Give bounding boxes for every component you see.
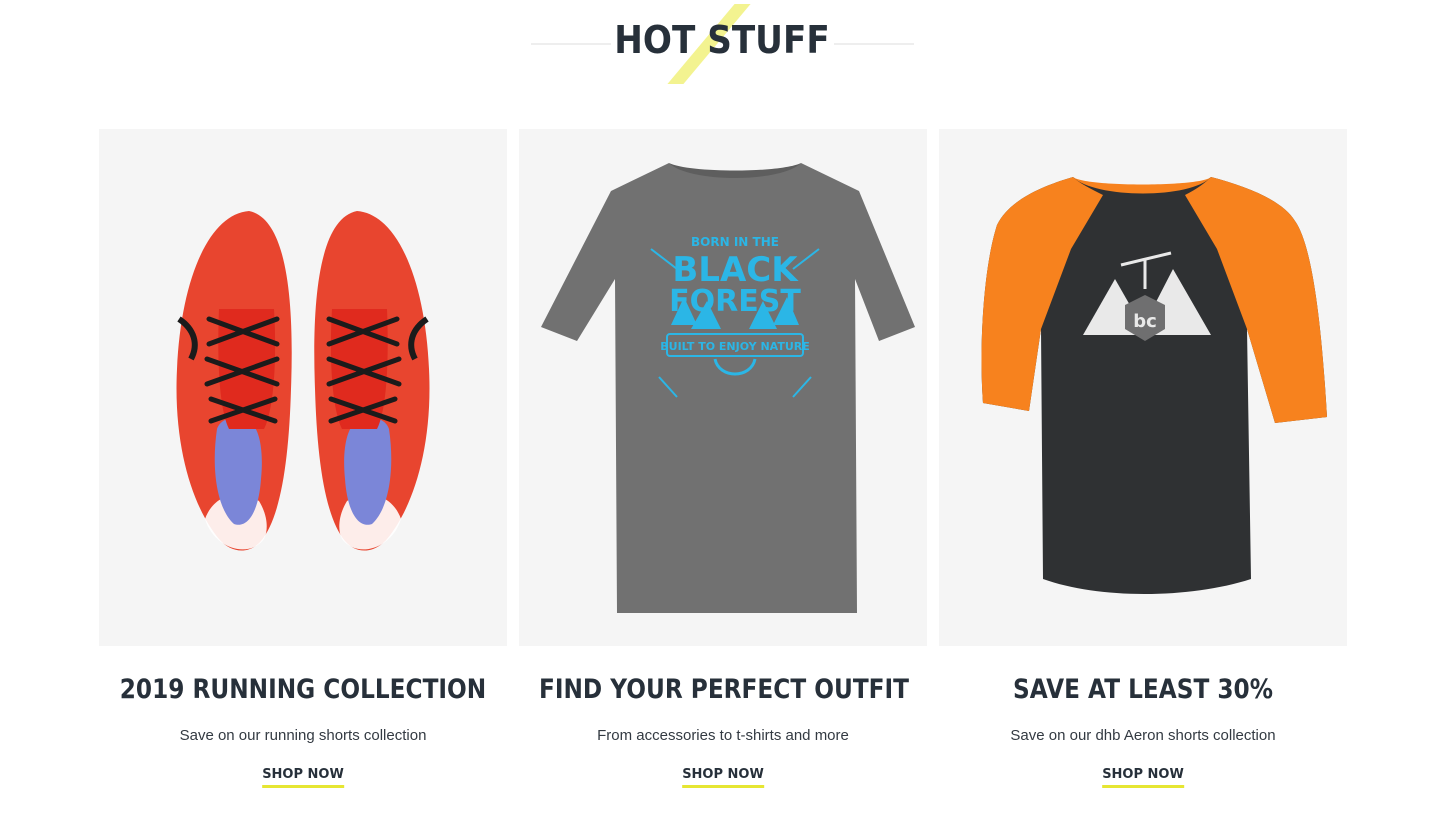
promo-cards: 2019 RUNNING COLLECTION Save on our runn… — [99, 129, 1347, 809]
shop-now-link[interactable]: SHOP NOW — [682, 767, 764, 788]
shop-now-link[interactable]: SHOP NOW — [1102, 767, 1184, 788]
card-subtitle: Save on our dhb Aeron shorts collection — [1010, 727, 1276, 744]
gray-tshirt-image[interactable]: BORN IN THE BLACK FOREST BUILT TO ENJOY … — [519, 129, 927, 646]
heading-divider-right — [834, 43, 914, 45]
card-title: FIND YOUR PERFECT OUTFIT — [538, 674, 910, 705]
section-heading: HOT STUFF — [0, 0, 1444, 90]
running-shoes-image[interactable] — [99, 129, 507, 646]
tee-print-line1: BORN IN THE — [691, 235, 779, 249]
card-subtitle: Save on our running shorts collection — [179, 727, 427, 744]
card-title: SAVE AT LEAST 30% — [1013, 674, 1273, 705]
shop-now-link[interactable]: SHOP NOW — [262, 767, 344, 788]
card-title: 2019 RUNNING COLLECTION — [119, 674, 487, 705]
section-title: HOT STUFF — [614, 18, 830, 62]
promo-card-sale[interactable]: bc SAVE AT LEAST 30% Save on our dhb Aer… — [939, 129, 1347, 809]
orange-raglan-tshirt-image[interactable]: bc — [939, 129, 1347, 646]
tee-logo: bc — [1133, 311, 1157, 332]
card-subtitle: From accessories to t-shirts and more — [597, 727, 849, 744]
promo-card-running[interactable]: 2019 RUNNING COLLECTION Save on our runn… — [99, 129, 507, 809]
promo-card-outfit[interactable]: BORN IN THE BLACK FOREST BUILT TO ENJOY … — [519, 129, 927, 809]
tee-print-line4: BUILT TO ENJOY NATURE — [660, 340, 809, 353]
